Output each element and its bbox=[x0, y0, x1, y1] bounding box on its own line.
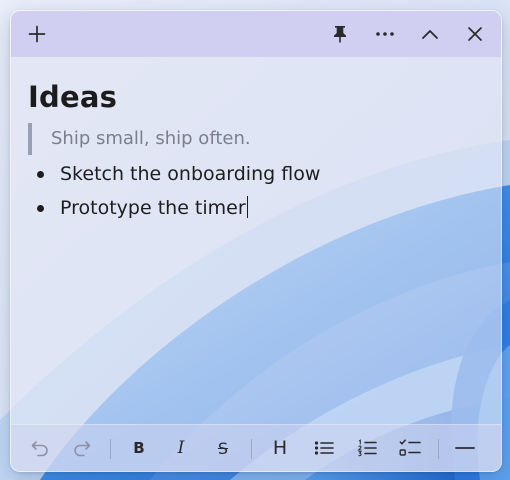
italic-button[interactable]: I bbox=[164, 431, 198, 465]
list-item-text: Sketch the onboarding flow bbox=[60, 163, 321, 185]
checklist-button[interactable] bbox=[393, 431, 427, 465]
note-quote[interactable]: Ship small, ship often. bbox=[28, 123, 481, 155]
checklist-icon bbox=[399, 439, 421, 456]
close-button[interactable] bbox=[457, 16, 493, 52]
bold-button[interactable]: B bbox=[122, 431, 156, 465]
horizontal-rule-button[interactable] bbox=[448, 431, 482, 465]
note-editor[interactable]: Ideas Ship small, ship often. Sketch the… bbox=[28, 69, 481, 225]
list-item-text: Prototype the timer bbox=[60, 197, 246, 219]
italic-label: I bbox=[177, 438, 185, 458]
plus-icon bbox=[28, 25, 46, 43]
toolbar-separator bbox=[438, 439, 439, 459]
ellipsis-icon bbox=[376, 32, 394, 36]
chevron-up-icon bbox=[422, 30, 438, 39]
sticky-note-window: Ideas Ship small, ship often. Sketch the… bbox=[10, 10, 502, 472]
close-icon bbox=[468, 27, 482, 41]
list-item[interactable]: Sketch the onboarding flow bbox=[28, 157, 481, 191]
list-item[interactable]: Prototype the timer bbox=[28, 191, 481, 225]
new-note-button[interactable] bbox=[19, 16, 55, 52]
undo-icon bbox=[31, 441, 48, 457]
heading-label: H bbox=[272, 437, 288, 459]
text-cursor bbox=[246, 196, 249, 218]
toolbar-separator bbox=[110, 439, 111, 459]
bullet-dot bbox=[37, 171, 44, 178]
formatting-toolbar: B I S H bbox=[11, 424, 501, 471]
bullet-list: Sketch the onboarding flow Prototype the… bbox=[28, 157, 481, 225]
more-options-button[interactable] bbox=[367, 16, 403, 52]
bold-label: B bbox=[133, 439, 145, 457]
numbered-list-icon bbox=[357, 439, 377, 457]
redo-icon bbox=[74, 441, 91, 457]
pin-button[interactable] bbox=[322, 16, 358, 52]
title-bar[interactable] bbox=[11, 11, 501, 57]
note-heading[interactable]: Ideas bbox=[28, 79, 481, 115]
strikethrough-label: S bbox=[217, 438, 229, 458]
heading-button[interactable]: H bbox=[263, 431, 297, 465]
redo-button[interactable] bbox=[65, 431, 99, 465]
strikethrough-button[interactable]: S bbox=[206, 431, 240, 465]
bullet-list-icon bbox=[314, 441, 334, 455]
undo-button[interactable] bbox=[23, 431, 57, 465]
horizontal-rule-icon bbox=[455, 447, 475, 449]
numbered-list-button[interactable] bbox=[350, 431, 384, 465]
bullet-list-button[interactable] bbox=[307, 431, 341, 465]
collapse-button[interactable] bbox=[412, 16, 448, 52]
bullet-dot bbox=[37, 205, 44, 212]
toolbar-separator bbox=[251, 439, 252, 459]
pin-icon bbox=[334, 26, 346, 43]
